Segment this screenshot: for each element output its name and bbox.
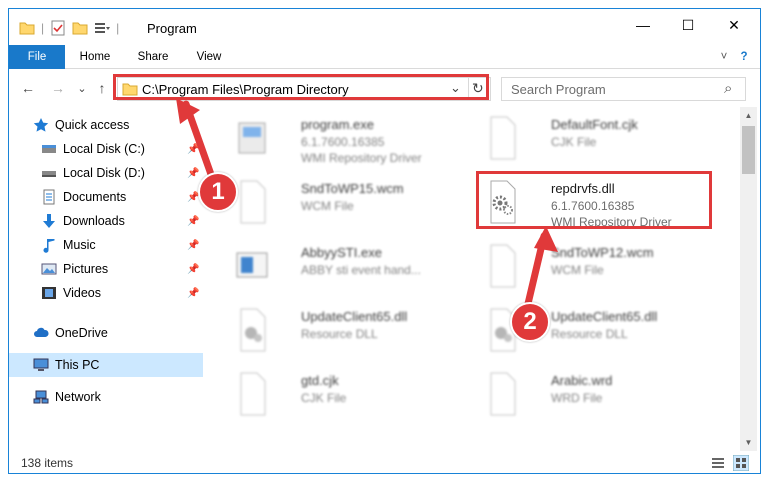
- app-window-icon: [236, 252, 268, 278]
- pin-icon[interactable]: 📌: [187, 216, 199, 227]
- file-item[interactable]: program.exe 6.1.7600.16385 WMI Repositor…: [225, 111, 475, 167]
- ribbon-collapse-icon[interactable]: ˅: [715, 45, 733, 69]
- item-count: 138 items: [21, 456, 74, 470]
- document-icon: [490, 372, 516, 416]
- search-input[interactable]: Search Program: [511, 82, 606, 97]
- scroll-thumb[interactable]: [742, 126, 755, 174]
- scroll-up-arrow[interactable]: ▲: [740, 107, 757, 124]
- customize-toolbar-icon[interactable]: [94, 20, 111, 36]
- recent-locations-button[interactable]: ⌄: [73, 79, 91, 97]
- back-button[interactable]: ←: [19, 79, 37, 97]
- drive-icon: [42, 171, 56, 177]
- sidebar-item-videos[interactable]: Videos 📌: [9, 281, 203, 305]
- pictures-icon: [41, 263, 57, 275]
- document-icon: [490, 244, 516, 288]
- help-icon[interactable]: ?: [735, 45, 753, 69]
- file-highlight-box: [476, 171, 712, 229]
- sidebar-item-onedrive[interactable]: OneDrive: [9, 321, 203, 345]
- sidebar-item-documents[interactable]: Documents 📌: [9, 185, 203, 209]
- file-item[interactable]: AbbyySTI.exe ABBY sti event hand...: [225, 239, 475, 295]
- download-icon: [43, 214, 55, 228]
- sidebar-item-music[interactable]: Music 📌: [9, 233, 203, 257]
- tab-file[interactable]: File: [9, 45, 65, 69]
- document-icon: [490, 116, 516, 160]
- step-marker-2: 2: [510, 302, 550, 342]
- document-icon: [240, 180, 266, 224]
- status-bar: 138 items: [9, 453, 760, 473]
- file-item[interactable]: SndToWP15.wcm WCM File: [225, 175, 475, 231]
- sidebar-item-pictures[interactable]: Pictures 📌: [9, 257, 203, 281]
- details-view-icon[interactable]: [711, 456, 725, 470]
- navigation-pane: Quick access Local Disk (C:) 📌 Local Dis…: [9, 107, 205, 451]
- tab-view[interactable]: View: [185, 45, 233, 69]
- step-marker-1: 1: [198, 172, 238, 212]
- exe-icon: [238, 122, 266, 154]
- folder-icon: [19, 22, 35, 35]
- address-highlight-box: [113, 74, 489, 100]
- pin-icon[interactable]: 📌: [187, 288, 199, 299]
- tab-home[interactable]: Home: [71, 45, 119, 69]
- sidebar-item-network[interactable]: Network: [9, 385, 203, 409]
- scroll-down-arrow[interactable]: ▼: [740, 434, 757, 451]
- pin-icon[interactable]: 📌: [187, 240, 199, 251]
- tab-share[interactable]: Share: [129, 45, 177, 69]
- properties-icon[interactable]: [50, 20, 66, 36]
- file-item[interactable]: Arabic.wrd WRD File: [475, 367, 725, 423]
- pin-icon[interactable]: 📌: [187, 168, 199, 179]
- vertical-scrollbar[interactable]: ▲ ▼: [740, 107, 757, 451]
- new-folder-icon[interactable]: [72, 20, 88, 36]
- sidebar-item-quick-access[interactable]: Quick access: [9, 113, 203, 137]
- maximize-button[interactable]: ☐: [665, 9, 711, 41]
- videos-icon: [42, 287, 56, 299]
- forward-button[interactable]: →: [49, 79, 67, 97]
- file-item[interactable]: SndToWP12.wcm WCM File: [475, 239, 725, 295]
- computer-icon: [33, 358, 49, 371]
- sidebar-item-local-disk-d[interactable]: Local Disk (D:) 📌: [9, 161, 203, 185]
- ribbon-tabs: File Home Share View ˅ ?: [9, 45, 760, 69]
- star-icon: [33, 118, 49, 132]
- up-button[interactable]: ↑: [93, 79, 111, 97]
- search-box[interactable]: Search Program ⌕: [501, 77, 746, 101]
- pin-icon[interactable]: 📌: [187, 264, 199, 275]
- file-item[interactable]: DefaultFont.cjk CJK File: [475, 111, 725, 167]
- document-icon: [240, 372, 266, 416]
- pin-icon[interactable]: 📌: [187, 144, 199, 155]
- quick-access-toolbar: | |: [19, 19, 119, 37]
- file-item[interactable]: UpdateClient65.dll Resource DLL: [225, 303, 475, 359]
- sidebar-item-downloads[interactable]: Downloads 📌: [9, 209, 203, 233]
- toolbar-separator: |: [41, 21, 45, 35]
- cloud-icon: [34, 327, 49, 337]
- search-icon[interactable]: ⌕: [724, 80, 732, 97]
- tiles-view-icon[interactable]: [733, 455, 749, 471]
- dll-icon: [240, 308, 266, 352]
- title-bar: | | Program — ☐ ✕: [9, 9, 760, 45]
- sidebar-item-this-pc[interactable]: This PC: [9, 353, 203, 377]
- window-title: Program: [147, 21, 197, 36]
- documents-icon: [43, 189, 55, 205]
- toolbar-separator: |: [116, 21, 120, 35]
- network-icon: [33, 390, 49, 404]
- music-icon: [43, 239, 55, 253]
- file-list: program.exe 6.1.7600.16385 WMI Repositor…: [205, 107, 739, 451]
- sidebar-item-local-disk-c[interactable]: Local Disk (C:) 📌: [9, 137, 203, 161]
- close-button[interactable]: ✕: [711, 9, 757, 41]
- file-item[interactable]: gtd.cjk CJK File: [225, 367, 475, 423]
- minimize-button[interactable]: —: [620, 9, 666, 41]
- drive-icon: [42, 145, 56, 153]
